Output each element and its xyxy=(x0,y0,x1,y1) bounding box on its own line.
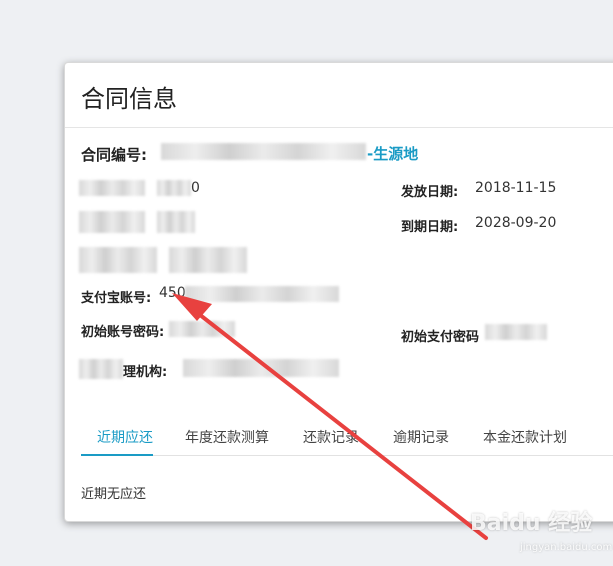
watermark-url: jingyan.baidu.com xyxy=(520,542,613,553)
annotation-arrow-icon xyxy=(172,293,488,540)
watermark-logo: Baidu 经验 xyxy=(470,511,593,536)
